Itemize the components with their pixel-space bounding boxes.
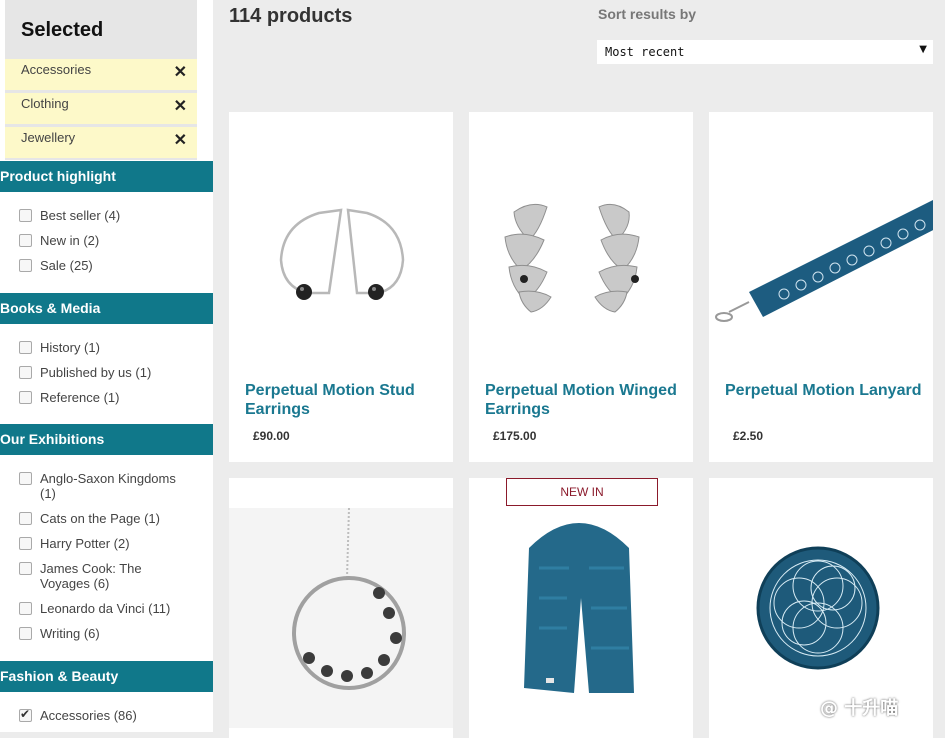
remove-filter-icon[interactable]: ✕ xyxy=(174,133,187,149)
selected-filter-clothing: Clothing ✕ xyxy=(5,93,197,124)
remove-filter-icon[interactable]: ✕ xyxy=(174,65,187,81)
remove-filter-icon[interactable]: ✕ xyxy=(174,99,187,115)
selected-filter-label: Accessories xyxy=(21,62,92,77)
product-card[interactable]: Perpetual Motion Stud Earrings £90.00 xyxy=(229,112,453,462)
checkbox[interactable] xyxy=(19,209,32,222)
product-card[interactable] xyxy=(469,478,693,738)
round-coaster-image xyxy=(756,546,880,670)
checkbox[interactable] xyxy=(19,391,32,404)
selected-filter-label: Jewellery xyxy=(21,130,76,145)
winged-earrings-image xyxy=(504,203,640,313)
selected-filters-panel: Selected Accessories ✕ Clothing ✕ Jewell… xyxy=(5,0,197,160)
sort-label: Sort results by xyxy=(598,6,697,22)
selected-title: Selected xyxy=(21,19,104,41)
checkbox[interactable] xyxy=(19,259,32,272)
category-header-our-exhibitions[interactable]: Our Exhibitions xyxy=(0,424,213,455)
stud-earrings-image xyxy=(279,208,405,300)
sort-value: Most recent xyxy=(605,45,685,59)
new-in-badge: NEW IN xyxy=(506,478,658,506)
lanyard-image xyxy=(715,200,933,322)
product-name[interactable]: Perpetual Motion Lanyard xyxy=(725,381,925,400)
product-card[interactable]: Perpetual Motion Lanyard £2.50 xyxy=(709,112,933,462)
checkbox[interactable] xyxy=(19,341,32,354)
dropdown-arrow-icon: ▼ xyxy=(919,44,927,55)
selected-filter-accessories: Accessories ✕ xyxy=(5,59,197,90)
category-header-fashion-beauty[interactable]: Fashion & Beauty xyxy=(0,661,213,692)
results-count: 114 products xyxy=(229,5,353,27)
checkbox[interactable] xyxy=(19,627,32,640)
checkbox[interactable] xyxy=(19,512,32,525)
category-header-product-highlight[interactable]: Product highlight xyxy=(0,161,213,192)
selected-filter-label: Clothing xyxy=(21,96,69,111)
watermark: @ 十升喵 xyxy=(820,698,899,719)
pendant-necklace-image xyxy=(229,507,453,728)
product-card[interactable] xyxy=(229,478,453,738)
checkbox[interactable] xyxy=(19,537,32,550)
product-card[interactable]: Perpetual Motion Winged Earrings £175.00 xyxy=(469,112,693,462)
product-price: £2.50 xyxy=(733,429,764,443)
sort-select[interactable]: Most recent ▼ xyxy=(597,40,933,64)
checkbox[interactable] xyxy=(19,602,32,615)
checkbox[interactable] xyxy=(19,234,32,247)
scarf-image xyxy=(524,523,634,693)
product-name[interactable]: Perpetual Motion Winged Earrings xyxy=(485,381,685,419)
product-price: £175.00 xyxy=(493,429,537,443)
checkbox[interactable] xyxy=(19,472,32,485)
checkbox[interactable] xyxy=(19,562,32,575)
checkbox[interactable] xyxy=(19,366,32,379)
selected-filter-jewellery: Jewellery ✕ xyxy=(5,127,197,158)
product-name[interactable]: Perpetual Motion Stud Earrings xyxy=(245,381,445,419)
product-price: £90.00 xyxy=(253,429,290,443)
category-header-books-media[interactable]: Books & Media xyxy=(0,293,213,324)
filter-sidebar: Selected Accessories ✕ Clothing ✕ Jewell… xyxy=(0,0,213,732)
checkbox-checked[interactable] xyxy=(19,707,32,722)
